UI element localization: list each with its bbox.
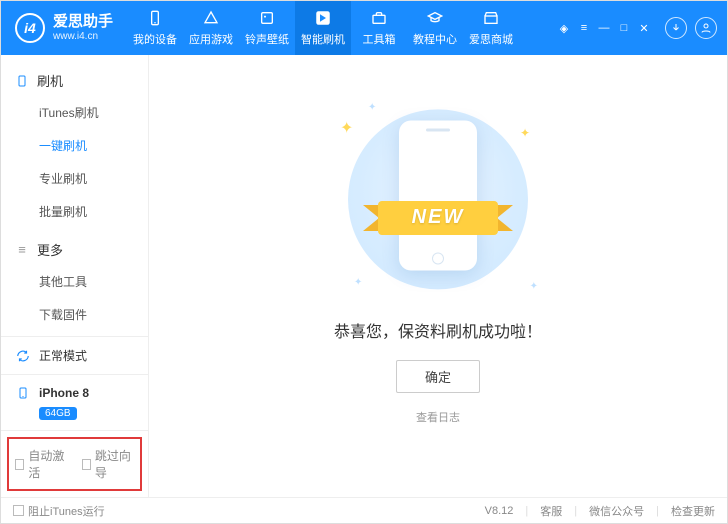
auto-activate-checkbox[interactable]: 自动激活 — [15, 447, 68, 481]
checkbox-icon — [15, 459, 24, 470]
tab-toolbox[interactable]: 工具箱 — [351, 1, 407, 55]
checkbox-label: 跳过向导 — [95, 447, 134, 481]
brand-name: 爱思助手 — [53, 14, 113, 31]
new-ribbon: NEW — [363, 195, 513, 241]
device-icon — [15, 385, 31, 401]
tab-tutorials[interactable]: 教程中心 — [407, 1, 463, 55]
sparkle-icon: ✦ — [354, 277, 362, 288]
tab-label: 爱思商城 — [469, 31, 513, 47]
download-icon[interactable] — [665, 17, 687, 39]
ribbon-text: NEW — [412, 206, 465, 229]
checkbox-icon — [82, 459, 91, 470]
support-link[interactable]: 客服 — [540, 503, 562, 519]
tab-store[interactable]: 爱思商城 — [463, 1, 519, 55]
view-log-link[interactable]: 查看日志 — [416, 409, 460, 425]
skin-icon[interactable]: ◈ — [557, 21, 571, 35]
sidebar-item-download-firmware[interactable]: 下载固件 — [1, 298, 148, 331]
version-label: V8.12 — [485, 505, 514, 517]
device-name: iPhone 8 — [39, 386, 89, 400]
refresh-icon — [15, 349, 31, 363]
flash-options-box: 自动激活 跳过向导 — [7, 437, 142, 491]
wechat-link[interactable]: 微信公众号 — [589, 503, 644, 519]
top-tabs: 我的设备 应用游戏 铃声壁纸 智能刷机 工具箱 教程中心 爱思商城 — [127, 1, 519, 55]
window-controls: ◈ ≡ ― □ ✕ — [557, 21, 651, 35]
tab-flash[interactable]: 智能刷机 — [295, 1, 351, 55]
ok-button[interactable]: 确定 — [396, 360, 480, 393]
sidebar-group-more: ≡ 更多 — [1, 234, 148, 265]
flash-icon — [313, 9, 333, 27]
sparkle-icon: ✦ — [340, 118, 353, 138]
skip-guide-checkbox[interactable]: 跳过向导 — [82, 447, 135, 481]
sidebar-item-other-tools[interactable]: 其他工具 — [1, 265, 148, 298]
menu-icon[interactable]: ≡ — [577, 21, 591, 35]
mode-row[interactable]: 正常模式 — [1, 337, 148, 375]
brand: i4 爱思助手 www.i4.cn — [1, 13, 127, 43]
sidebar-item-pro-flash[interactable]: 专业刷机 — [1, 162, 148, 195]
toolbox-icon — [369, 9, 389, 27]
user-icon[interactable] — [695, 17, 717, 39]
device-icon — [145, 9, 165, 27]
tutorial-icon — [425, 9, 445, 27]
wallpaper-icon — [257, 9, 277, 27]
tab-label: 铃声壁纸 — [245, 31, 289, 47]
tab-label: 我的设备 — [133, 31, 177, 47]
sparkle-icon: ✦ — [520, 126, 530, 140]
brand-url: www.i4.cn — [53, 31, 113, 42]
checkbox-label: 自动激活 — [28, 447, 67, 481]
status-bar: 阻止iTunes运行 V8.12 | 客服 | 微信公众号 | 检查更新 — [1, 497, 727, 523]
storage-badge: 64GB — [39, 407, 77, 420]
sparkle-icon: ✦ — [530, 281, 538, 292]
close-button[interactable]: ✕ — [637, 21, 651, 35]
apps-icon — [201, 9, 221, 27]
checkbox-label: 阻止iTunes运行 — [28, 503, 105, 519]
mode-label: 正常模式 — [39, 347, 87, 364]
sidebar-group-title: 更多 — [37, 240, 63, 259]
checkbox-icon — [13, 505, 24, 516]
tab-apps[interactable]: 应用游戏 — [183, 1, 239, 55]
sidebar-item-oneclick-flash[interactable]: 一键刷机 — [1, 129, 148, 162]
tab-label: 教程中心 — [413, 31, 457, 47]
device-row[interactable]: iPhone 8 64GB — [1, 375, 148, 431]
tab-label: 工具箱 — [363, 31, 396, 47]
tab-label: 应用游戏 — [189, 31, 233, 47]
sidebar-item-itunes-flash[interactable]: iTunes刷机 — [1, 96, 148, 129]
app-header: i4 爱思助手 www.i4.cn 我的设备 应用游戏 铃声壁纸 智能刷机 工具… — [1, 1, 727, 55]
minimize-button[interactable]: ― — [597, 21, 611, 35]
sidebar-item-batch-flash[interactable]: 批量刷机 — [1, 195, 148, 228]
tab-label: 智能刷机 — [301, 31, 345, 47]
sparkle-icon: ✦ — [368, 102, 376, 113]
sidebar-group-title: 刷机 — [37, 71, 63, 90]
brand-logo-icon: i4 — [15, 13, 45, 43]
tab-my-device[interactable]: 我的设备 — [127, 1, 183, 55]
sidebar-group-flash: 刷机 — [1, 65, 148, 96]
main-content: ✦ ✦ ✦ ✦ ✦ NEW 恭喜您，保资料刷机成功啦！ 确定 查看日志 — [149, 55, 727, 497]
header-right: ◈ ≡ ― □ ✕ — [557, 17, 727, 39]
check-update-link[interactable]: 检查更新 — [671, 503, 715, 519]
tab-ringtones[interactable]: 铃声壁纸 — [239, 1, 295, 55]
maximize-button[interactable]: □ — [617, 21, 631, 35]
success-message: 恭喜您，保资料刷机成功啦！ — [334, 318, 542, 342]
more-icon: ≡ — [15, 242, 29, 257]
success-illustration: ✦ ✦ ✦ ✦ ✦ NEW — [328, 108, 548, 298]
phone-icon — [15, 74, 29, 88]
block-itunes-checkbox[interactable]: 阻止iTunes运行 — [13, 503, 105, 519]
store-icon — [481, 9, 501, 27]
sidebar: 刷机 iTunes刷机 一键刷机 专业刷机 批量刷机 ≡ 更多 其他工具 下载固… — [1, 55, 149, 497]
